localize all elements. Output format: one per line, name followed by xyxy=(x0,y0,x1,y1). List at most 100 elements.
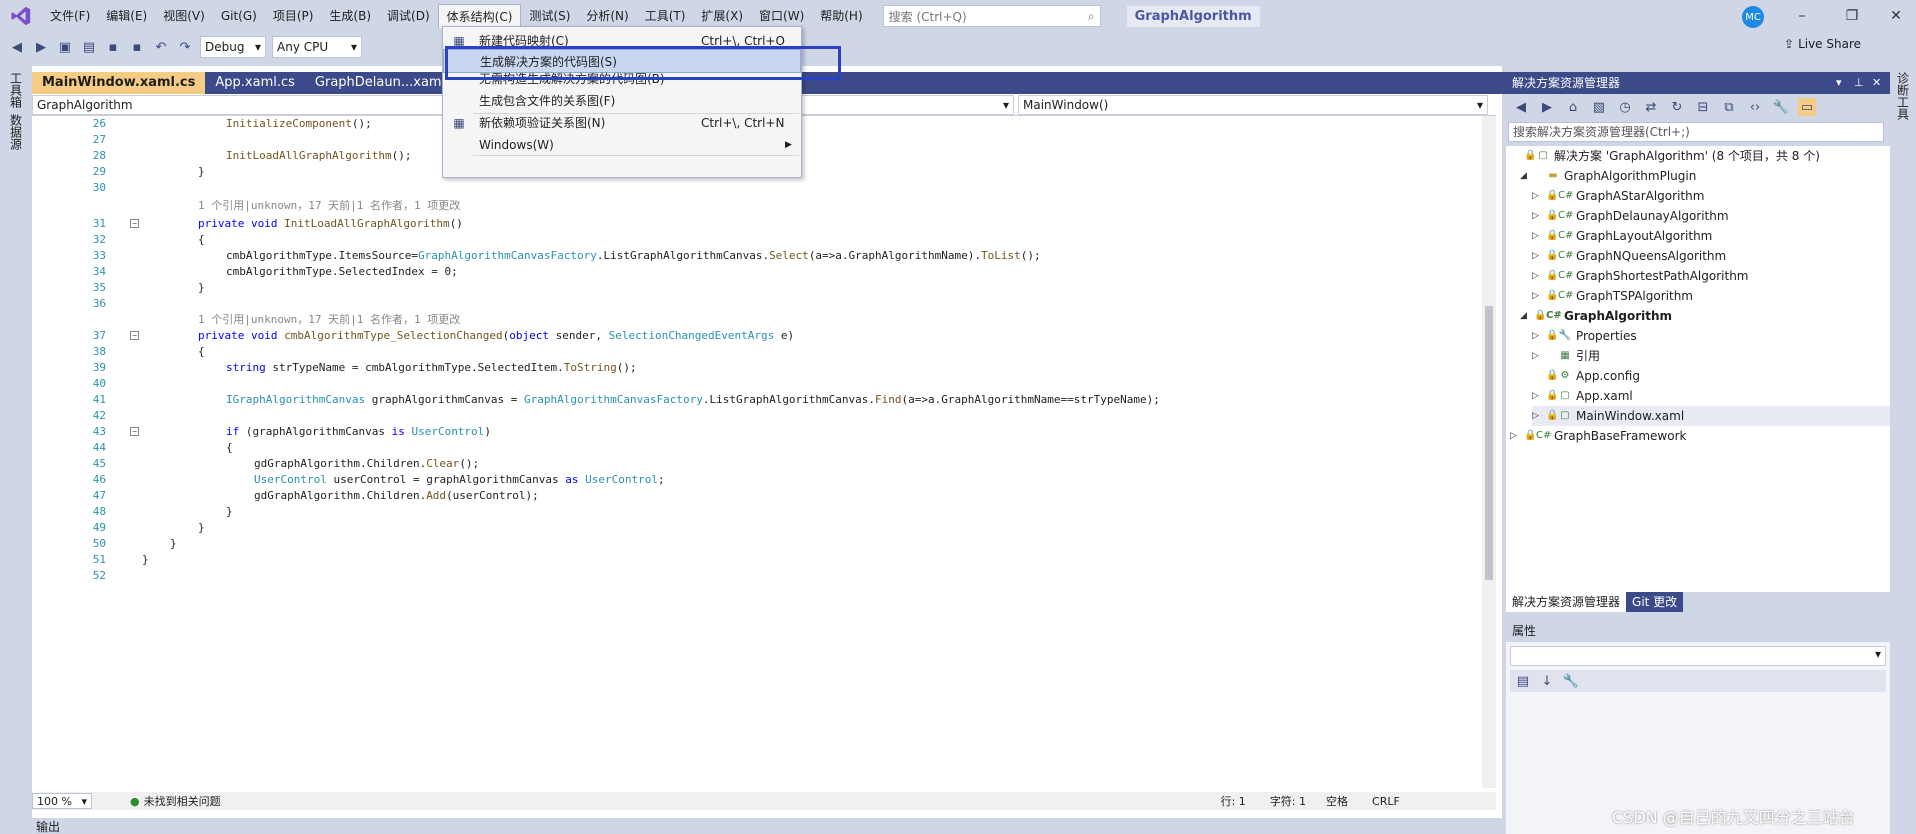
expand-icon[interactable]: ▷ xyxy=(1532,286,1542,306)
collapse-all-icon[interactable]: ⊟ xyxy=(1694,98,1712,116)
undo-icon[interactable]: ↶ xyxy=(152,38,170,56)
forward-icon[interactable]: ▶ xyxy=(1538,98,1556,116)
close-icon[interactable]: ✕ xyxy=(1872,72,1881,94)
expand-icon[interactable]: ▷ xyxy=(1532,206,1542,226)
live-share-button[interactable]: ⇪ Live Share xyxy=(1784,37,1861,51)
tree-node[interactable]: ▷ 🔒 C# GraphAStarAlgorithm xyxy=(1532,186,1890,206)
menu-option[interactable]: ▦ 新依赖项验证关系图(N) Ctrl+\, Ctrl+N xyxy=(443,111,801,135)
properties-wrench-icon[interactable]: 🔧 xyxy=(1772,98,1790,116)
code-view-icon[interactable]: ‹› xyxy=(1746,98,1764,116)
alphabetical-icon[interactable]: ↓ xyxy=(1538,672,1556,690)
menu-item[interactable]: 体系结构(C) xyxy=(437,4,522,28)
avatar[interactable]: MC xyxy=(1742,6,1764,28)
tree-node[interactable]: ▷ 🔒 ▢ MainWindow.xaml xyxy=(1532,406,1890,426)
menu-item[interactable]: 项目(P) xyxy=(265,4,322,28)
new-item-icon[interactable]: ▣ xyxy=(56,38,74,56)
expand-icon[interactable]: ▷ xyxy=(1532,246,1542,266)
menu-item[interactable]: 调试(D) xyxy=(379,4,438,28)
collapse-icon[interactable]: − xyxy=(130,331,139,340)
wrench-icon[interactable]: 🔧 xyxy=(1562,672,1580,690)
menu-item[interactable]: 编辑(E) xyxy=(98,4,155,28)
expand-icon[interactable]: ▷ xyxy=(1532,406,1542,426)
collapse-icon[interactable]: − xyxy=(130,219,139,228)
config-select[interactable]: Debug ▾ xyxy=(200,36,266,58)
tree-node[interactable]: ◢ 🔒 C# GraphAlgorithm xyxy=(1520,306,1890,326)
platform-select[interactable]: Any CPU ▾ xyxy=(272,36,362,58)
tree-node[interactable]: ▷ 🔒 ▢ App.xaml xyxy=(1532,386,1890,406)
tree-node[interactable]: ▷ 🔒 C# GraphDelaunayAlgorithm xyxy=(1532,206,1890,226)
tree-node[interactable]: ◢ ▬ GraphAlgorithmPlugin xyxy=(1520,166,1890,186)
collapse-icon[interactable]: − xyxy=(130,427,139,436)
menu-item[interactable]: 测试(S) xyxy=(521,4,578,28)
preview-icon[interactable]: ▭ xyxy=(1798,98,1816,116)
solution-search-input[interactable]: 搜索解决方案资源管理器(Ctrl+;) xyxy=(1508,122,1884,142)
tree-node[interactable]: ▷ 🔒 C# GraphShortestPathAlgorithm xyxy=(1532,266,1890,286)
toolbox-tab[interactable]: 工具箱 xyxy=(8,72,25,108)
codelens[interactable]: 1 个引用|unknown，17 天前|1 名作者，1 项更改 xyxy=(198,312,460,328)
menu-item[interactable]: 文件(F) xyxy=(42,4,98,28)
tree-node[interactable]: 🔒 ▢ 解决方案 'GraphAlgorithm' (8 个项目，共 8 个) xyxy=(1510,146,1890,166)
tab-solution-explorer[interactable]: 解决方案资源管理器 xyxy=(1506,592,1627,612)
back-icon[interactable]: ◀ xyxy=(8,38,26,56)
properties-object-select[interactable]: ▾ xyxy=(1510,646,1886,666)
tree-node[interactable]: ▷ 🔒 C# GraphBaseFramework xyxy=(1510,426,1890,446)
menu-item[interactable]: 窗口(W) xyxy=(751,4,812,28)
codelens[interactable]: 1 个引用|unknown，17 天前|1 名作者，1 项更改 xyxy=(198,198,460,214)
search-input[interactable]: 搜索 (Ctrl+Q) ⌕ xyxy=(882,5,1101,27)
expand-icon[interactable]: ▷ xyxy=(1532,226,1542,246)
diagnostics-tab[interactable]: 诊断工具 xyxy=(1895,72,1912,120)
expand-icon[interactable]: ▷ xyxy=(1532,346,1542,366)
menu-item[interactable]: 分析(N) xyxy=(578,4,636,28)
refresh-icon[interactable]: ↻ xyxy=(1668,98,1686,116)
pin-icon[interactable]: ⊥ xyxy=(1854,72,1864,94)
tree-node[interactable]: ▷ 🔒 🔧 Properties xyxy=(1532,326,1890,346)
switch-view-icon[interactable]: ▧ xyxy=(1590,98,1608,116)
maximize-icon[interactable]: ❐ xyxy=(1842,6,1862,26)
expand-icon[interactable]: ▷ xyxy=(1532,186,1542,206)
expand-icon[interactable]: ▷ xyxy=(1532,386,1542,406)
save-icon[interactable]: ▪ xyxy=(104,38,122,56)
tree-node[interactable]: ▷ 🔒 C# GraphNQueensAlgorithm xyxy=(1532,246,1890,266)
issues-status[interactable]: 未找到相关问题 xyxy=(144,793,221,809)
tree-node[interactable]: ▷ 🔒 C# GraphTSPAlgorithm xyxy=(1532,286,1890,306)
menu-item[interactable]: 帮助(H) xyxy=(812,4,870,28)
output-panel-title[interactable]: 输出 xyxy=(32,818,1502,834)
menu-option[interactable]: 生成包含文件的关系图(F) xyxy=(443,89,801,113)
document-tab[interactable]: MainWindow.xaml.cs xyxy=(32,72,206,94)
menu-option[interactable]: Windows(W) ▶ xyxy=(443,133,801,157)
minimize-icon[interactable]: – xyxy=(1792,6,1812,26)
save-all-icon[interactable]: ▪ xyxy=(128,38,146,56)
forward-icon[interactable]: ▶ xyxy=(32,38,50,56)
expand-icon[interactable]: ◢ xyxy=(1520,166,1530,186)
show-all-files-icon[interactable]: ⧉ xyxy=(1720,98,1738,116)
tree-node[interactable]: ▷ ▦ 引用 xyxy=(1532,346,1890,366)
expand-icon[interactable]: ◢ xyxy=(1520,306,1530,326)
tab-git-changes[interactable]: Git 更改 xyxy=(1626,592,1684,612)
sync-icon[interactable]: ⇄ xyxy=(1642,98,1660,116)
editor-scrollbar[interactable] xyxy=(1482,116,1496,788)
open-folder-icon[interactable]: ▤ xyxy=(80,38,98,56)
categorized-icon[interactable]: ▤ xyxy=(1514,672,1532,690)
zoom-select[interactable]: 100 % ▾ xyxy=(32,793,92,809)
close-icon[interactable]: ✕ xyxy=(1886,6,1906,26)
dropdown-icon[interactable]: ▾ xyxy=(1836,72,1842,94)
menu-item[interactable]: 扩展(X) xyxy=(693,4,751,28)
tree-node[interactable]: ▷ 🔒 C# GraphLayoutAlgorithm xyxy=(1532,226,1890,246)
menu-item[interactable]: 工具(T) xyxy=(637,4,694,28)
datasource-tab[interactable]: 数据源 xyxy=(8,114,25,150)
document-tab[interactable]: App.xaml.cs xyxy=(205,72,305,94)
expand-icon[interactable]: ▷ xyxy=(1510,426,1520,446)
back-icon[interactable]: ◀ xyxy=(1512,98,1530,116)
menu-item[interactable]: 视图(V) xyxy=(155,4,213,28)
scrollbar-thumb[interactable] xyxy=(1485,306,1493,580)
home-icon[interactable]: ⌂ xyxy=(1564,98,1582,116)
tree-node[interactable]: 🔒 ⚙ App.config xyxy=(1532,366,1890,386)
redo-icon[interactable]: ↷ xyxy=(176,38,194,56)
menu-item[interactable]: 生成(B) xyxy=(321,4,379,28)
member-nav-select[interactable]: MainWindow() ▾ xyxy=(1018,95,1488,115)
menu-item[interactable]: Git(G) xyxy=(213,4,265,28)
code-editor[interactable]: 26 InitializeComponent(); 27 28 InitLoadAl… xyxy=(32,116,1484,788)
pending-changes-icon[interactable]: ◷ xyxy=(1616,98,1634,116)
expand-icon[interactable]: ▷ xyxy=(1532,266,1542,286)
expand-icon[interactable]: ▷ xyxy=(1532,326,1542,346)
